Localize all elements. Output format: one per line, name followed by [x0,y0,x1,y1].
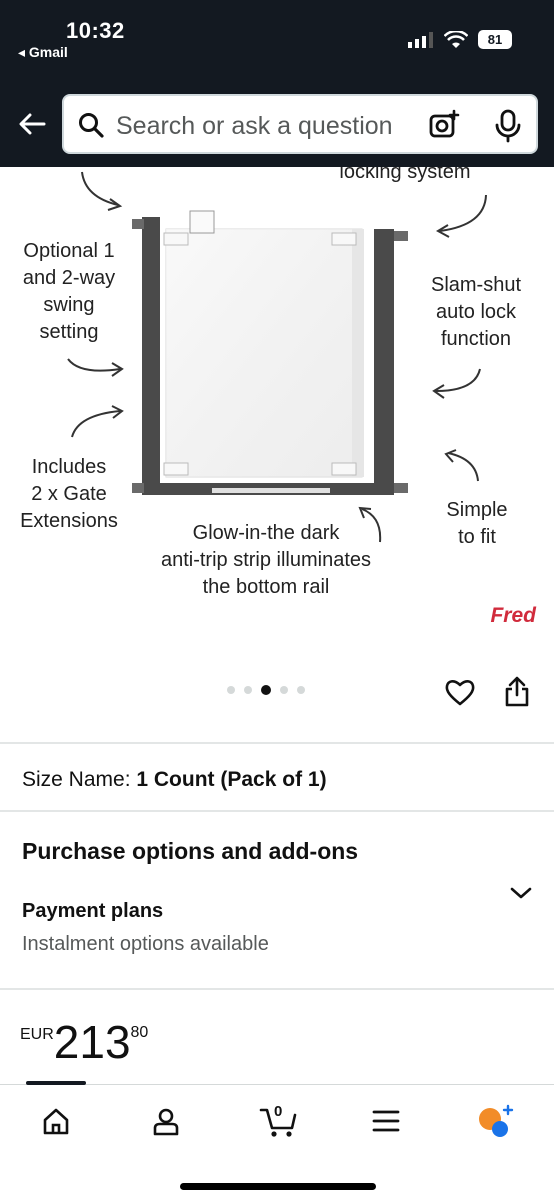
product-image-gallery[interactable]: locking system Optional 1 and 2-way swin… [0,167,554,742]
search-icon [79,113,104,138]
back-arrow-icon[interactable] [16,108,48,140]
camera-search-icon[interactable] [428,109,460,141]
cart-count-badge: 0 [274,1103,283,1120]
back-to-gmail-link[interactable]: ◂ Gmail [18,44,68,61]
status-time: 10:32 [66,18,125,43]
nav-active-indicator [26,1081,86,1085]
divider [0,742,554,744]
carousel-dot[interactable] [244,686,252,694]
nav-account[interactable] [146,1101,186,1141]
carousel-indicator [227,685,305,695]
menu-icon [372,1110,400,1132]
divider [0,810,554,812]
carousel-dot-active[interactable] [261,685,271,695]
nav-menu[interactable] [366,1101,406,1141]
size-value: 1 Count (Pack of 1) [136,768,327,791]
safety-gate-image [67,171,487,543]
price: EUR 213 80 [20,1018,148,1066]
price-fraction: 80 [130,1024,149,1041]
share-icon[interactable] [504,675,530,707]
account-icon [153,1108,179,1136]
home-icon [43,1108,69,1135]
bottom-navigation: 0 [0,1081,554,1200]
nav-home[interactable] [36,1101,76,1141]
brand-logo: Fred [490,604,536,627]
price-currency: EUR [20,1026,54,1043]
purchase-options-heading: Purchase options and add-ons [22,838,359,864]
carousel-dot[interactable] [297,686,305,694]
chevron-down-icon[interactable] [508,884,534,902]
top-bar: 10:32 ◂ Gmail 81 Search or ask a questio… [0,0,554,167]
carousel-dot[interactable] [227,686,235,694]
assistant-icon [479,1104,514,1137]
microphone-icon[interactable] [494,109,522,143]
nav-assistant[interactable] [476,1101,516,1141]
signal-icon [408,31,433,48]
search-placeholder: Search or ask a question [116,112,393,140]
search-row: Search or ask a question [0,92,554,158]
divider [0,988,554,990]
price-whole: 213 [53,1016,131,1068]
payment-plans-title[interactable]: Payment plans [22,900,163,923]
battery-indicator: 81 [478,30,512,49]
size-label: Size Name: [22,768,137,791]
nav-cart[interactable]: 0 [256,1101,302,1141]
size-selector[interactable]: Size Name: 1 Count (Pack of 1) [22,768,327,792]
carousel-dot[interactable] [280,686,288,694]
wifi-icon [444,30,468,48]
status-icons: 81 [408,30,512,49]
home-indicator[interactable] [180,1183,376,1190]
heart-icon[interactable] [444,677,476,707]
search-input[interactable]: Search or ask a question [62,94,538,154]
payment-plans-subtitle: Instalment options available [22,933,269,955]
